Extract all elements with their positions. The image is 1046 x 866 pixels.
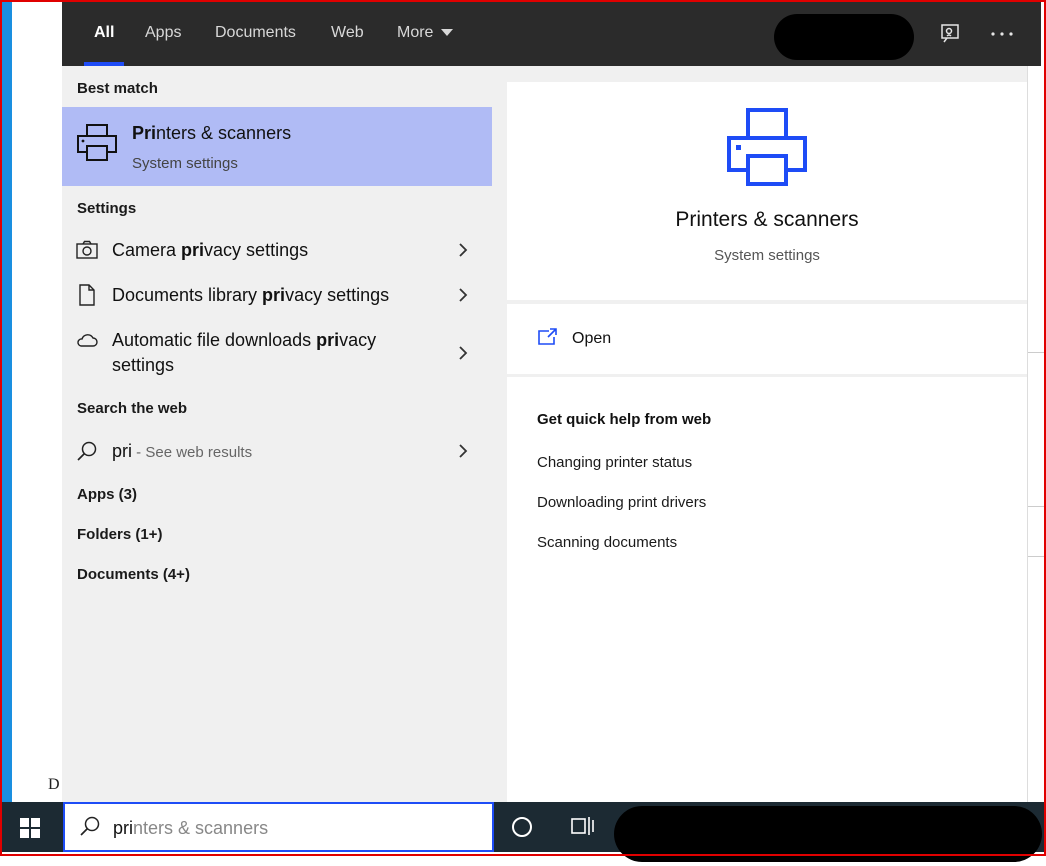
- search-query: printers & scanners: [113, 818, 269, 838]
- best-match-subtitle: System settings: [132, 155, 238, 172]
- printer-icon: [77, 124, 117, 161]
- preview-pane: Printers & scanners System settings Open…: [492, 66, 1027, 802]
- camera-icon: [76, 240, 98, 259]
- printer-icon: [727, 108, 807, 186]
- result-documents-privacy[interactable]: Documents library privacy settings: [62, 281, 492, 309]
- cortana-icon[interactable]: [512, 817, 532, 837]
- settings-heading: Settings: [77, 200, 137, 217]
- open-action[interactable]: Open: [507, 304, 1027, 374]
- desktop-background-text: D: [48, 776, 60, 793]
- result-documents-privacy-label: Documents library privacy settings: [112, 285, 390, 305]
- web-result[interactable]: pri - See web results: [62, 437, 492, 465]
- quick-help-heading: Get quick help from web: [537, 411, 712, 428]
- search-web-heading: Search the web: [77, 400, 188, 417]
- result-downloads-privacy-label: Automatic file downloads privacy settings: [112, 330, 377, 375]
- task-view-icon[interactable]: [570, 815, 594, 837]
- help-link-print-drivers[interactable]: Downloading print drivers: [537, 494, 706, 511]
- tab-more-label: More: [397, 24, 434, 41]
- tab-web[interactable]: Web: [331, 2, 364, 66]
- open-external-icon: [538, 328, 557, 345]
- cloud-icon: [77, 334, 98, 347]
- document-icon: [79, 284, 95, 306]
- best-match-title: Printers & scanners: [132, 123, 292, 143]
- taskbar: printers & scanners: [2, 802, 1044, 862]
- windows-start-icon[interactable]: [20, 818, 40, 838]
- result-camera-privacy[interactable]: Camera privacy settings: [62, 236, 492, 264]
- background-window-edge: [1027, 66, 1045, 802]
- search-icon: [80, 816, 100, 836]
- tab-more[interactable]: More: [397, 2, 454, 66]
- result-camera-privacy-label: Camera privacy settings: [112, 240, 309, 260]
- redacted-taskbar-apps: [614, 806, 1042, 862]
- help-link-scanning-documents[interactable]: Scanning documents: [537, 534, 677, 551]
- group-folders[interactable]: Folders (1+): [77, 526, 162, 543]
- feedback-icon[interactable]: [938, 22, 962, 46]
- group-apps[interactable]: Apps (3): [77, 486, 137, 503]
- chevron-right-icon[interactable]: [458, 444, 468, 458]
- desktop-background: [12, 2, 62, 802]
- preview-subtitle: System settings: [714, 247, 820, 264]
- quick-help-card: Get quick help from web Changing printer…: [507, 377, 1027, 802]
- redacted-account: [774, 14, 914, 60]
- group-documents[interactable]: Documents (4+): [77, 566, 190, 583]
- preview-title: Printers & scanners: [675, 208, 859, 231]
- best-match-heading: Best match: [77, 80, 158, 97]
- more-options-icon[interactable]: [990, 30, 1014, 38]
- results-pane: Best match Printers & scanners System se…: [62, 66, 492, 802]
- chevron-right-icon[interactable]: [458, 243, 468, 257]
- search-filter-bar: All Apps Documents Web More: [62, 2, 1041, 66]
- chevron-right-icon[interactable]: [458, 288, 468, 302]
- open-label: Open: [572, 330, 612, 347]
- desktop-background-strip: [2, 2, 12, 802]
- result-downloads-privacy[interactable]: Automatic file downloads privacy settings: [62, 326, 492, 380]
- preview-header-card: Printers & scanners System settings: [507, 82, 1027, 300]
- tab-all[interactable]: All: [83, 2, 126, 66]
- web-result-label: pri - See web results: [112, 441, 253, 461]
- taskbar-search-input[interactable]: printers & scanners: [63, 802, 494, 852]
- tab-documents[interactable]: Documents: [215, 2, 296, 66]
- tab-apps[interactable]: Apps: [145, 2, 181, 66]
- help-link-printer-status[interactable]: Changing printer status: [537, 454, 692, 471]
- best-match-result[interactable]: Printers & scanners System settings: [62, 107, 492, 186]
- search-icon: [77, 441, 97, 461]
- caret-down-icon: [441, 29, 454, 37]
- chevron-right-icon[interactable]: [458, 346, 468, 360]
